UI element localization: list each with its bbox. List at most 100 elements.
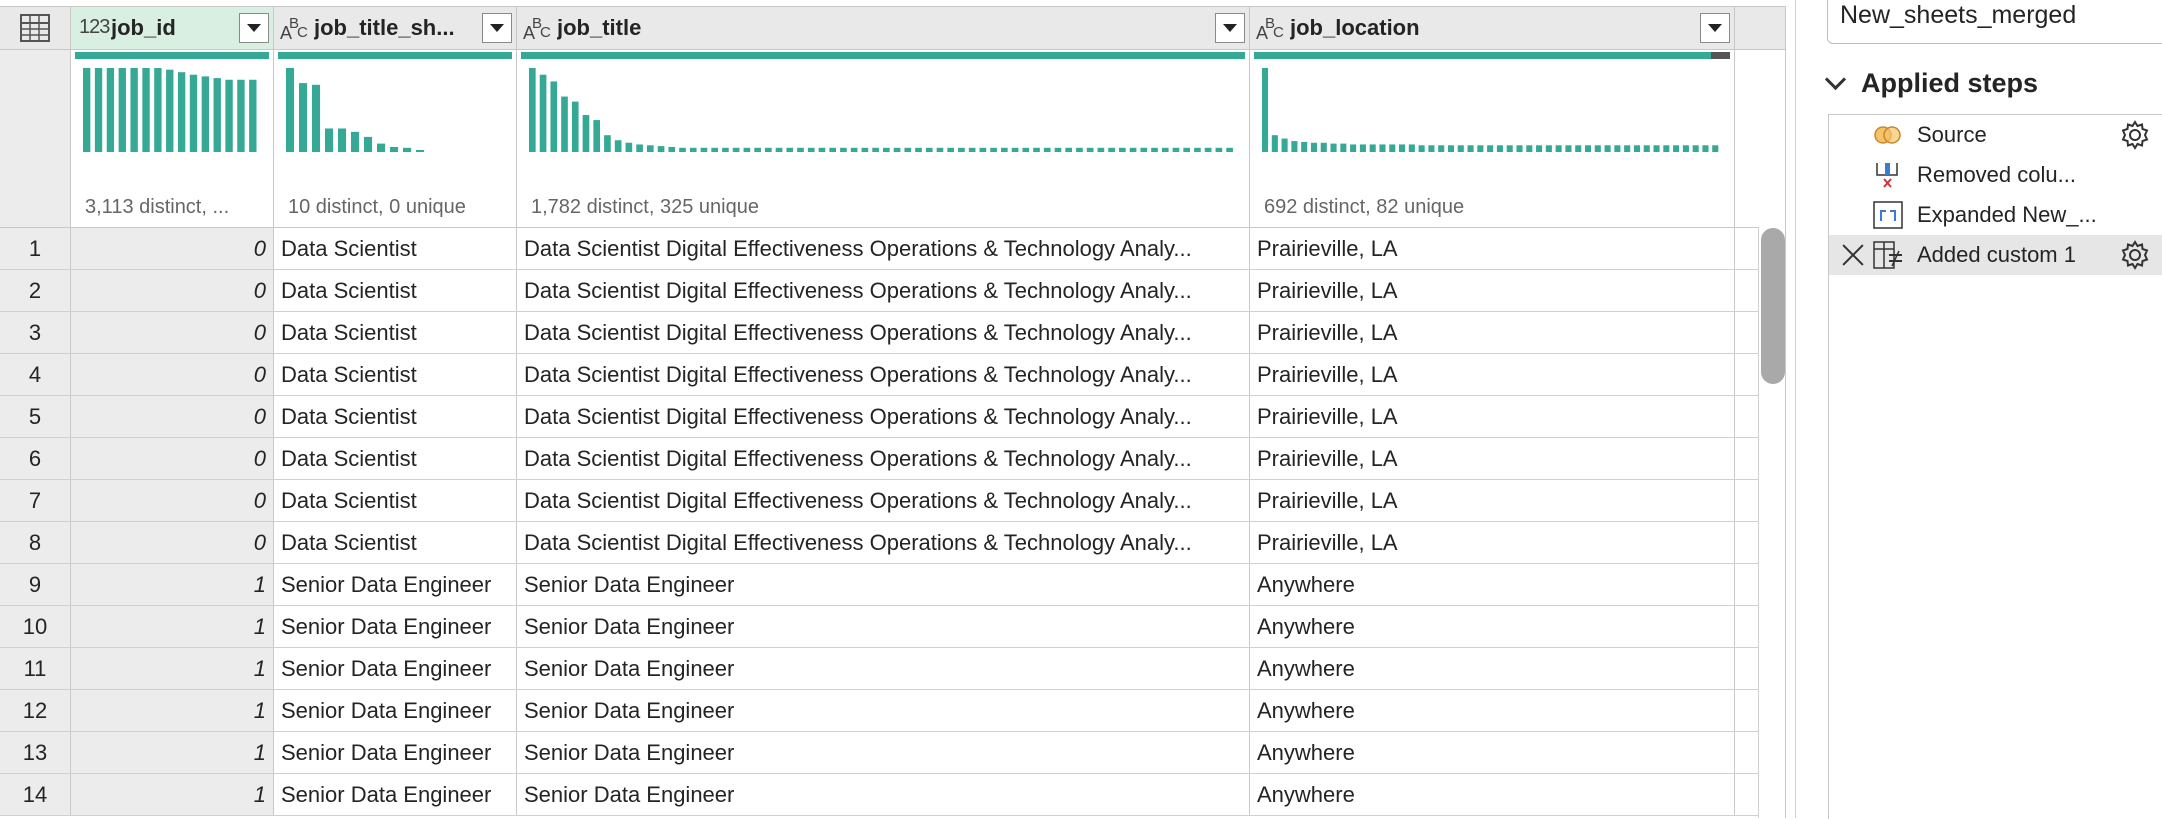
cell-job-title-short[interactable]: Senior Data Engineer	[274, 564, 517, 605]
cell-job-title[interactable]: Senior Data Engineer	[517, 606, 1250, 647]
histogram-bar[interactable]	[1033, 147, 1040, 152]
histogram-bar[interactable]	[189, 74, 198, 152]
row-number[interactable]: 1	[0, 228, 71, 269]
histogram-bar[interactable]	[1389, 144, 1396, 152]
cell-job-location[interactable]: Prairieville, LA	[1250, 270, 1735, 311]
histogram-bar[interactable]	[947, 147, 955, 152]
histogram-bar[interactable]	[1614, 145, 1621, 152]
histogram-bar[interactable]	[668, 146, 676, 152]
cell-job-location[interactable]: Anywhere	[1250, 564, 1735, 605]
histogram-bar[interactable]	[1097, 147, 1105, 152]
histogram-bar[interactable]	[1447, 145, 1455, 152]
column-quality-bar[interactable]	[521, 52, 1245, 59]
column-header-job-id[interactable]: 123 job_id	[71, 7, 274, 49]
cell-job-title[interactable]: Data Scientist Digital Effectiveness Ope…	[517, 228, 1250, 269]
histogram-bar[interactable]	[561, 96, 568, 152]
histogram-bar[interactable]	[958, 147, 965, 152]
cell-job-title[interactable]: Senior Data Engineer	[517, 648, 1250, 689]
histogram-bar[interactable]	[1584, 145, 1592, 152]
histogram-bar[interactable]	[1438, 145, 1445, 152]
cell-job-location[interactable]: Prairieville, LA	[1250, 522, 1735, 563]
row-number[interactable]: 3	[0, 312, 71, 353]
histogram-bar[interactable]	[1712, 145, 1719, 152]
histogram-bar[interactable]	[936, 147, 944, 152]
histogram-bar[interactable]	[390, 146, 399, 152]
column-header-job-location[interactable]: ABC job_location	[1250, 7, 1735, 49]
histogram-bar[interactable]	[325, 128, 334, 152]
cell-job-location[interactable]: Anywhere	[1250, 690, 1735, 731]
cell-job-title[interactable]: Data Scientist Digital Effectiveness Ope…	[517, 270, 1250, 311]
gear-icon[interactable]	[2119, 239, 2151, 271]
cell-job-title-short[interactable]: Senior Data Engineer	[274, 732, 517, 773]
quality-error-segment[interactable]	[1710, 52, 1730, 59]
cell-job-title-short[interactable]: Senior Data Engineer	[274, 690, 517, 731]
column-quality-bar[interactable]	[75, 52, 269, 59]
cell-job-location[interactable]: Prairieville, LA	[1250, 228, 1735, 269]
histogram-bar[interactable]	[593, 120, 601, 152]
histogram-bar[interactable]	[1516, 145, 1523, 152]
histogram-bar[interactable]	[968, 147, 976, 152]
histogram-bar[interactable]	[700, 147, 708, 152]
histogram-bar[interactable]	[1129, 147, 1137, 152]
histogram-bar[interactable]	[1281, 138, 1288, 152]
histogram-bar[interactable]	[1379, 144, 1386, 152]
histogram-bar[interactable]	[1350, 144, 1357, 152]
cell-job-title[interactable]: Data Scientist Digital Effectiveness Ope…	[517, 438, 1250, 479]
histogram-bar[interactable]	[83, 68, 91, 152]
cell-job-location[interactable]: Prairieville, LA	[1250, 312, 1735, 353]
histogram-bar[interactable]	[1140, 147, 1148, 152]
query-name-input[interactable]: New_sheets_merged	[1827, 0, 2162, 44]
cell-job-location[interactable]: Anywhere	[1250, 606, 1735, 647]
histogram-bar[interactable]	[416, 150, 425, 152]
histogram-bar[interactable]	[1086, 147, 1094, 152]
row-number[interactable]: 6	[0, 438, 71, 479]
histogram-bar[interactable]	[861, 147, 869, 152]
cell-job-location[interactable]: Anywhere	[1250, 732, 1735, 773]
column-quality-bar[interactable]	[278, 52, 512, 59]
histogram-bar[interactable]	[732, 147, 740, 152]
histogram-bar[interactable]	[1301, 141, 1308, 152]
cell-job-title[interactable]: Senior Data Engineer	[517, 564, 1250, 605]
cell-job-title-short[interactable]: Data Scientist	[274, 228, 517, 269]
table-row[interactable]: 12 1 Senior Data Engineer Senior Data Engin…	[0, 690, 1785, 732]
histogram-bar[interactable]	[154, 68, 162, 152]
row-number[interactable]: 12	[0, 690, 71, 731]
histogram-bar[interactable]	[1194, 147, 1201, 152]
cell-job-id[interactable]: 1	[71, 774, 274, 815]
histogram-bar[interactable]	[177, 72, 186, 152]
histogram-bar[interactable]	[1477, 145, 1484, 152]
cell-job-title[interactable]: Data Scientist Digital Effectiveness Ope…	[517, 480, 1250, 521]
histogram-bar[interactable]	[1183, 147, 1191, 152]
histogram-bar[interactable]	[625, 142, 633, 152]
histogram-bar[interactable]	[529, 68, 536, 152]
table-row[interactable]: 6 0 Data Scientist Data Scientist Digital E…	[0, 438, 1785, 480]
histogram-bar[interactable]	[1340, 143, 1347, 152]
histogram-bar[interactable]	[925, 147, 933, 152]
histogram-bar[interactable]	[840, 147, 847, 152]
whole-number-icon[interactable]: 123	[77, 13, 111, 43]
histogram-bar[interactable]	[1408, 144, 1415, 152]
row-number[interactable]: 10	[0, 606, 71, 647]
cell-job-location[interactable]: Prairieville, LA	[1250, 438, 1735, 479]
vertical-scrollbar-thumb[interactable]	[1761, 228, 1785, 384]
histogram-bar[interactable]	[1226, 147, 1233, 152]
table-row[interactable]: 10 1 Senior Data Engineer Senior Data Engin…	[0, 606, 1785, 648]
histogram-bar[interactable]	[915, 147, 922, 152]
cell-job-id[interactable]: 0	[71, 270, 274, 311]
gear-icon[interactable]	[2119, 119, 2151, 151]
histogram-bar[interactable]	[142, 68, 150, 152]
histogram-bar[interactable]	[743, 147, 751, 152]
histogram-bar[interactable]	[1215, 147, 1223, 152]
histogram-bar[interactable]	[829, 147, 837, 152]
table-row[interactable]: 5 0 Data Scientist Data Scientist Digital E…	[0, 396, 1785, 438]
cell-job-id[interactable]: 0	[71, 312, 274, 353]
cell-job-title[interactable]: Senior Data Engineer	[517, 690, 1250, 731]
histogram-bar[interactable]	[604, 135, 611, 152]
applied-steps-header[interactable]: Applied steps	[1824, 68, 2038, 99]
chevron-down-icon[interactable]	[1824, 68, 1847, 91]
histogram-bar[interactable]	[818, 147, 826, 152]
histogram-bar[interactable]	[1320, 142, 1327, 152]
cell-job-id[interactable]: 0	[71, 438, 274, 479]
histogram-bar[interactable]	[1418, 145, 1425, 152]
histogram-bar[interactable]	[797, 147, 804, 152]
